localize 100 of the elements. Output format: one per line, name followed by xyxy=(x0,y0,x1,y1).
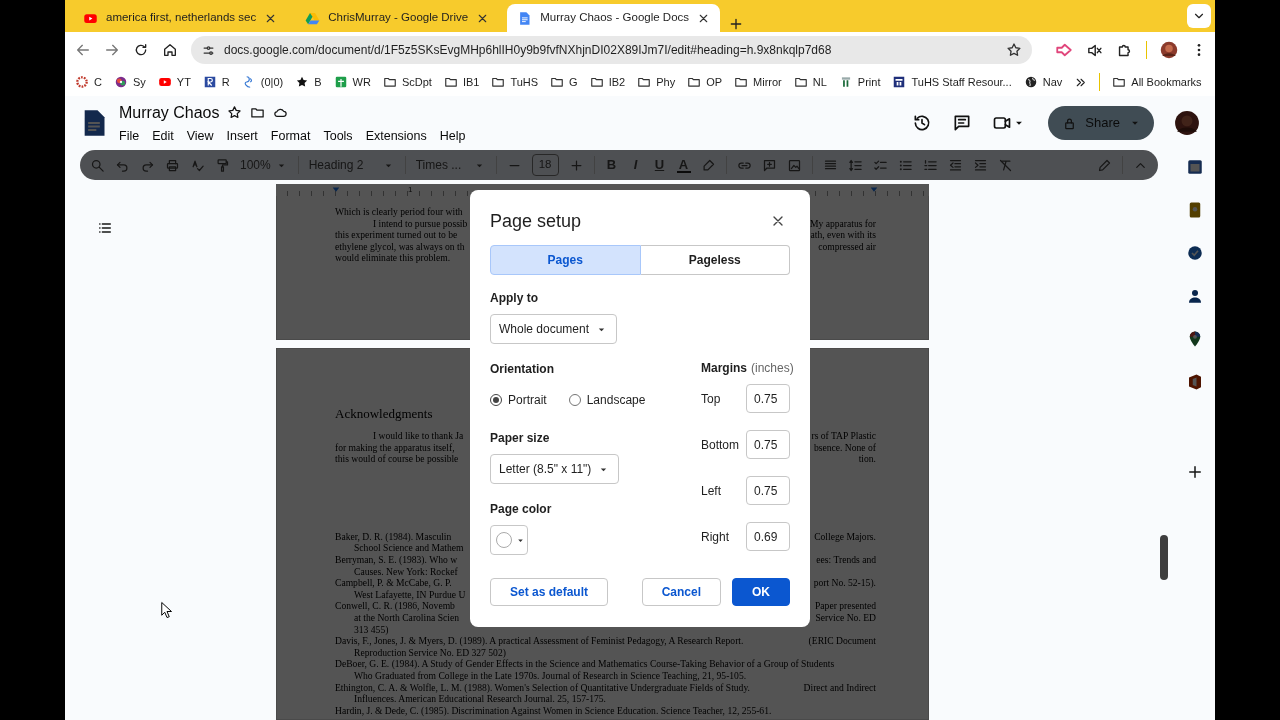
dialog-title: Page setup xyxy=(490,210,582,232)
bookmark-link[interactable]: OP xyxy=(687,73,723,91)
arrow-icon[interactable] xyxy=(1055,41,1073,59)
ok-button[interactable]: OK xyxy=(732,578,790,606)
move-icon[interactable] xyxy=(250,105,266,121)
field-label: Left xyxy=(701,482,721,500)
reload-icon[interactable] xyxy=(133,42,149,58)
star-icon[interactable] xyxy=(227,105,243,121)
folder-icon xyxy=(734,75,749,89)
field-label: Paper size xyxy=(490,430,551,447)
bookmark-link[interactable]: (0|0) xyxy=(241,73,284,91)
body-text: I intend to pursue possib xyxy=(373,217,468,230)
body-text: ethylene glycol, was always on th xyxy=(335,240,465,253)
avatar-icon[interactable] xyxy=(1174,110,1200,136)
menu-item[interactable]: Extensions xyxy=(365,126,427,146)
square-logo-icon xyxy=(892,75,907,89)
cancel-button[interactable]: Cancel xyxy=(641,578,721,606)
outline-icon[interactable] xyxy=(97,220,113,236)
reference-text: DeBoer, G. E. (1984). A Study of Gender Effects in the Science and Mathematics Course-Taking Behavior of a Group of Students xyxy=(335,658,835,670)
margin-field[interactable]: 0.69 xyxy=(746,522,790,551)
reference-text: Who Graduated from College in the Late 1970s. Journal of Research in Science Teaching, 21, 95-105. xyxy=(354,669,747,682)
dropdown-button[interactable]: Whole document xyxy=(490,314,618,344)
folder-icon xyxy=(637,75,652,89)
bookmark-link[interactable]: B xyxy=(295,73,322,91)
document-title[interactable]: Murray Chaos xyxy=(119,100,220,125)
bookmark-link[interactable]: YT xyxy=(157,73,191,91)
address-bar[interactable]: docs.google.com/document/d/1F5z5SKsEvgMHp6hlIH0y9b9fvfNXhjnDI02X89IJm7I/edit#heading=h.9x8nkqlp7d68 xyxy=(191,36,1032,64)
spreadsheet-icon xyxy=(333,75,348,89)
bookmark-link[interactable]: Sy xyxy=(113,73,146,91)
menu-item[interactable]: Insert xyxy=(226,126,258,146)
option-label: Landscape xyxy=(586,392,646,409)
bookmark-link[interactable]: TuHS Staff Resour... xyxy=(892,73,1012,91)
reference-text: Conwell, C. R. (1986, Novemb xyxy=(335,600,455,612)
person-icon[interactable] xyxy=(1186,287,1204,305)
badge-icon xyxy=(202,75,217,89)
menu-item[interactable]: View xyxy=(186,126,214,146)
office-icon[interactable] xyxy=(1186,373,1204,391)
bookmark-link[interactable]: Phy xyxy=(637,73,676,91)
bookmark-link[interactable]: Nav xyxy=(1023,73,1063,91)
home-icon[interactable] xyxy=(162,42,178,58)
margin-field[interactable]: 0.75 xyxy=(746,430,790,459)
bookmark-link[interactable]: ScDpt xyxy=(382,73,432,91)
menu-item[interactable]: Help xyxy=(439,126,466,146)
reference-text: Influences. American Educational Research Journal. 25, 157-175. xyxy=(354,693,607,705)
bookmark-link[interactable]: WR xyxy=(333,73,371,91)
bookmark-link[interactable]: All Bookmarks xyxy=(1112,73,1202,91)
bookmark-link[interactable]: NL xyxy=(793,73,827,91)
browser-tab[interactable]: ChrisMurray - Google Drive xyxy=(295,4,500,32)
add-icon[interactable] xyxy=(1186,463,1204,481)
folder-icon xyxy=(491,75,506,89)
menu-item[interactable]: Tools xyxy=(323,126,353,146)
bookmark-link[interactable]: IB2 xyxy=(589,73,626,91)
bookmark-link[interactable]: R xyxy=(202,73,230,91)
check-circle-icon[interactable] xyxy=(1186,244,1204,262)
body-text: Which is clearly period four with xyxy=(335,206,463,218)
avatar-icon[interactable] xyxy=(1160,41,1178,59)
forward-icon[interactable] xyxy=(104,42,120,58)
reference-text: Causes. New York: Rockef xyxy=(354,565,458,578)
dropdown-button[interactable]: Letter (8.5" x 11") xyxy=(490,454,620,484)
bookmark-link[interactable]: IB1 xyxy=(443,73,480,91)
star-icon xyxy=(295,75,310,89)
reference-text: at the North Carolina Scien xyxy=(354,611,459,624)
scrollbar-thumb[interactable] xyxy=(1160,535,1168,580)
folder-icon xyxy=(550,75,565,89)
reference-text: Baker, D. R. (1984). Masculin xyxy=(335,530,452,543)
bookmark-link[interactable]: Print xyxy=(838,73,881,91)
calendar-icon[interactable] xyxy=(1186,158,1204,176)
back-icon[interactable] xyxy=(75,42,91,58)
margin-field[interactable]: 0.75 xyxy=(746,384,790,413)
browser-tab[interactable]: Murray Chaos - Google Docs xyxy=(507,4,721,32)
tab-search-button[interactable] xyxy=(1187,4,1211,28)
segment-tab[interactable]: Pageless xyxy=(640,245,790,275)
bookmark-link[interactable]: C xyxy=(75,73,102,91)
reference-text: (ERIC Document xyxy=(808,635,876,647)
body-text: this experiment turned out to be xyxy=(335,229,458,241)
menu-item[interactable]: File xyxy=(119,126,140,146)
browser-tab[interactable]: america first, netherlands sec xyxy=(73,4,288,32)
bookmark-star-icon[interactable] xyxy=(1006,42,1022,58)
folder-icon xyxy=(793,75,808,89)
radio-button[interactable] xyxy=(568,394,581,406)
reference-text: Hardin, J. & Dede, C. (1985). Discrimination Against Women in Science Education. Science Teacher, 12, 255-61. xyxy=(335,704,772,717)
checklist-icon[interactable] xyxy=(872,157,888,173)
radio-button[interactable] xyxy=(490,394,502,406)
color-picker-button[interactable] xyxy=(490,525,528,555)
reference-text: Paper presented xyxy=(815,600,876,612)
body-text: compressed air xyxy=(818,240,876,253)
segment-tab[interactable]: Pages xyxy=(490,245,641,275)
body-text: would eliminate this problem. xyxy=(335,252,451,264)
set-default-button[interactable]: Set as default xyxy=(490,578,609,606)
margin-field[interactable]: 0.75 xyxy=(746,476,790,505)
triangle-logo-icon xyxy=(305,10,321,26)
comment-icon[interactable] xyxy=(952,113,973,133)
bookmark-link[interactable]: Mirror xyxy=(734,73,782,91)
menu-item[interactable]: Format xyxy=(270,126,311,146)
folder-icon xyxy=(1112,75,1127,89)
units-label: (inches) xyxy=(751,360,794,377)
bookmark-link[interactable]: TuHS xyxy=(491,73,539,91)
bookmark-link[interactable]: G xyxy=(550,73,578,91)
folder-icon xyxy=(589,75,604,89)
menu-item[interactable]: Edit xyxy=(152,126,174,146)
